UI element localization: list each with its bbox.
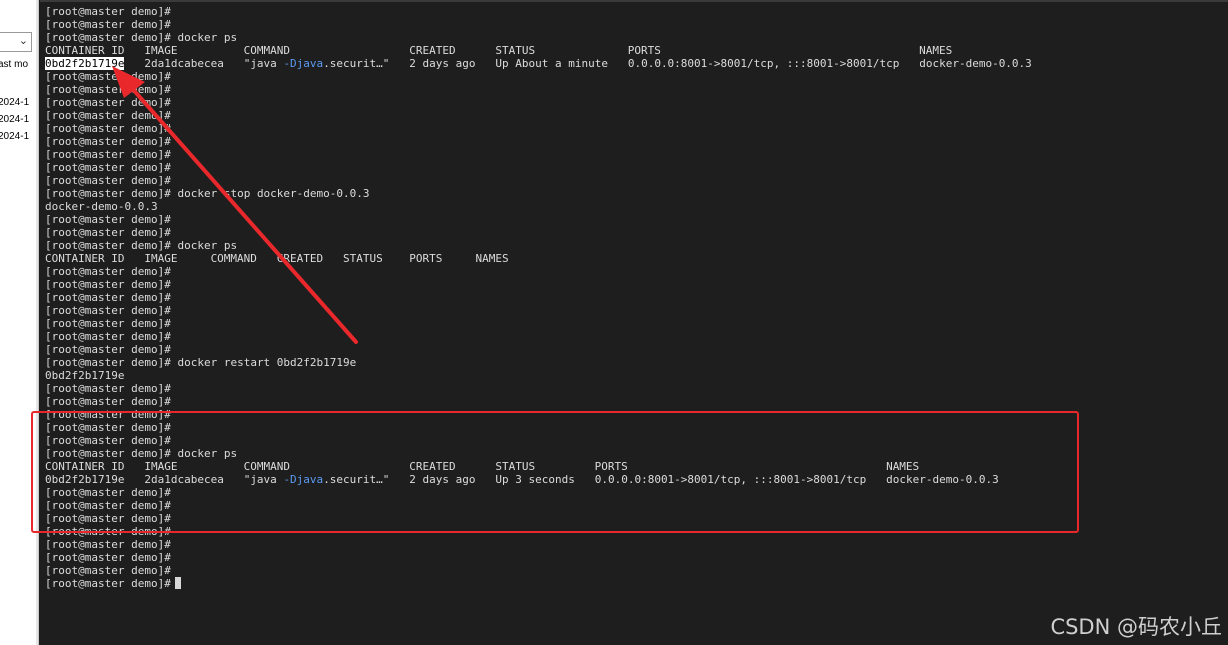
arrow-head	[112, 66, 145, 98]
csdn-watermark: CSDN @码农小丘	[1050, 615, 1222, 639]
annotation-arrow	[112, 66, 358, 344]
arrow-shaft	[128, 84, 358, 344]
